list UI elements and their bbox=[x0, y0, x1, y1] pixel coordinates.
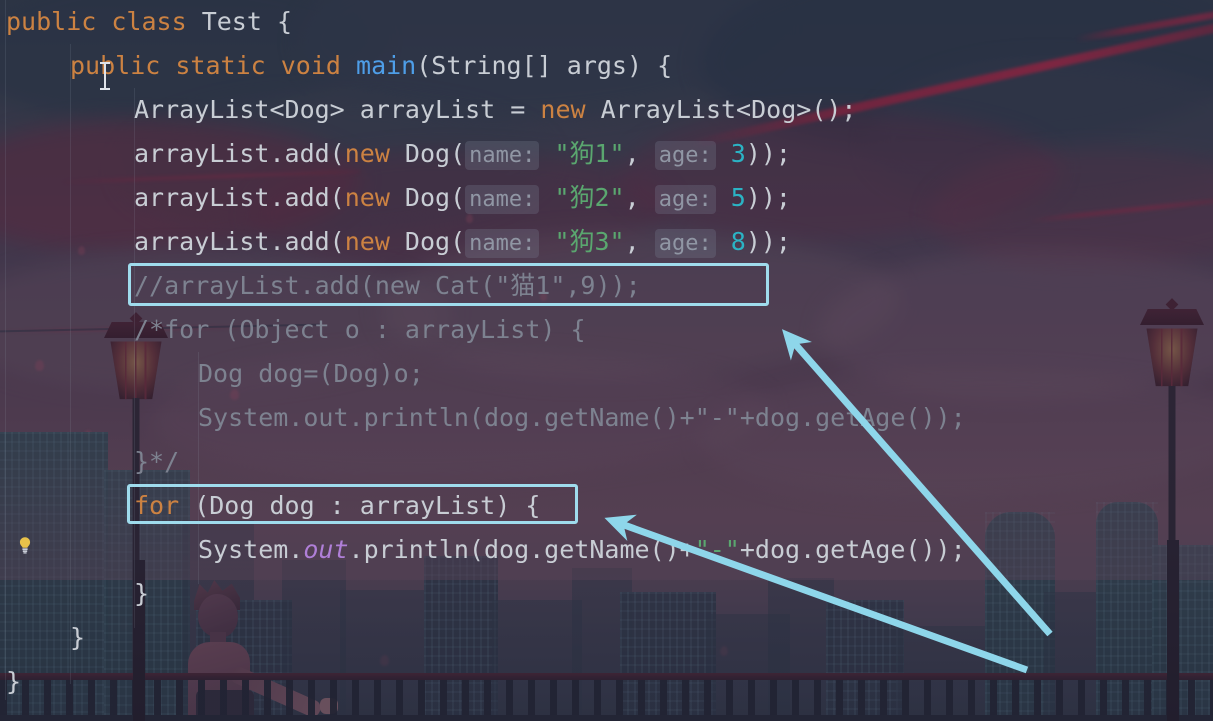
code-token-plain: } bbox=[70, 623, 86, 652]
code-line[interactable]: Dog dog=(Dog)o; bbox=[0, 352, 424, 396]
code-line[interactable]: arrayList.add(new Dog(name: "狗2", age: 5… bbox=[0, 176, 791, 222]
code-token-hint: name: bbox=[465, 185, 540, 214]
code-token-string: "-" bbox=[694, 535, 740, 564]
code-line[interactable]: ArrayList<Dog> arrayList = new ArrayList… bbox=[0, 88, 856, 132]
code-line[interactable]: //arrayList.add(new Cat("猫1",9)); bbox=[0, 264, 641, 308]
code-line[interactable]: System.out.println(dog.getName()+"-"+dog… bbox=[0, 396, 966, 440]
code-line[interactable]: } bbox=[0, 572, 149, 616]
code-line[interactable]: } bbox=[0, 660, 21, 704]
code-token-method: main bbox=[356, 51, 417, 80]
code-token-kw: static bbox=[175, 51, 266, 80]
code-token-plain: Dog( bbox=[389, 183, 466, 212]
code-token-kw: void bbox=[280, 51, 341, 80]
code-token-kw: for bbox=[134, 491, 180, 520]
code-line[interactable]: arrayList.add(new Dog(name: "狗3", age: 8… bbox=[0, 220, 791, 266]
code-token-plain: } bbox=[6, 667, 22, 696]
code-token-plain: Test { bbox=[186, 7, 292, 36]
code-token-plain: } bbox=[134, 579, 150, 608]
code-token-hint: age: bbox=[654, 141, 716, 170]
code-token-comment: //arrayList.add(new Cat("猫1",9)); bbox=[134, 271, 641, 300]
code-token-plain: )); bbox=[745, 183, 791, 212]
code-token-num: 5 bbox=[730, 183, 746, 212]
code-token-num: 8 bbox=[730, 227, 746, 256]
code-editor[interactable]: public class Test {public static void ma… bbox=[0, 0, 1213, 721]
code-token-plain: Dog( bbox=[389, 227, 466, 256]
code-token-plain: ArrayList<Dog> arrayList = bbox=[134, 95, 541, 124]
code-line[interactable]: arrayList.add(new Dog(name: "狗1", age: 3… bbox=[0, 132, 791, 178]
editor-window: public class Test {public static void ma… bbox=[0, 0, 1213, 721]
code-token-plain: (String[] args) { bbox=[416, 51, 673, 80]
code-line[interactable]: public static void main(String[] args) { bbox=[0, 44, 672, 88]
code-token-plain: , bbox=[624, 183, 655, 212]
code-token-num: 3 bbox=[730, 139, 746, 168]
code-token-kw: new bbox=[540, 95, 586, 124]
code-token-plain: ArrayList<Dog>(); bbox=[585, 95, 857, 124]
code-token-string: "狗1" bbox=[554, 139, 625, 168]
code-line[interactable]: /*for (Object o : arrayList) { bbox=[0, 308, 586, 352]
code-token-kw: public bbox=[6, 7, 97, 36]
code-token-hint: age: bbox=[654, 229, 716, 258]
code-token-comment: System.out.println(dog.getName()+"-"+dog… bbox=[198, 403, 966, 432]
code-token-plain: +dog.getAge()); bbox=[739, 535, 966, 564]
code-token-comment: }*/ bbox=[134, 447, 180, 476]
code-token-plain: )); bbox=[745, 139, 791, 168]
code-token-plain: arrayList.add( bbox=[134, 227, 345, 256]
code-line[interactable]: for (Dog dog : arrayList) { bbox=[0, 484, 540, 528]
code-line[interactable]: System.out.println(dog.getName()+"-"+dog… bbox=[0, 528, 966, 572]
intention-bulb-icon[interactable] bbox=[16, 536, 34, 554]
code-token-plain: , bbox=[624, 139, 655, 168]
code-token-plain: arrayList.add( bbox=[134, 139, 345, 168]
code-token-string: "狗3" bbox=[554, 227, 625, 256]
code-token-kw: public bbox=[70, 51, 161, 80]
code-token-hint: name: bbox=[465, 229, 540, 258]
code-token-comment: Dog dog=(Dog)o; bbox=[198, 359, 424, 388]
code-token-hint: name: bbox=[465, 141, 540, 170]
code-line[interactable]: }*/ bbox=[0, 440, 179, 484]
code-token-kw: new bbox=[344, 183, 390, 212]
code-token-plain: Dog( bbox=[389, 139, 466, 168]
code-token-string: "狗2" bbox=[554, 183, 625, 212]
code-token-static: out bbox=[303, 535, 349, 564]
code-token-hint: age: bbox=[654, 185, 716, 214]
code-token-plain: arrayList.add( bbox=[134, 183, 345, 212]
code-line[interactable]: public class Test { bbox=[0, 0, 292, 44]
code-token-plain: (Dog dog : arrayList) { bbox=[179, 491, 541, 520]
code-token-kw: new bbox=[344, 139, 390, 168]
code-token-kw: class bbox=[111, 7, 187, 36]
code-token-plain: , bbox=[624, 227, 655, 256]
code-token-plain: .println(dog.getName()+ bbox=[348, 535, 695, 564]
code-token-comment: /*for (Object o : arrayList) { bbox=[134, 315, 586, 344]
text-cursor-ibeam bbox=[100, 62, 110, 90]
code-token-plain: )); bbox=[745, 227, 791, 256]
code-token-plain: System. bbox=[198, 535, 304, 564]
code-line[interactable]: } bbox=[0, 616, 85, 660]
code-token-kw: new bbox=[344, 227, 390, 256]
